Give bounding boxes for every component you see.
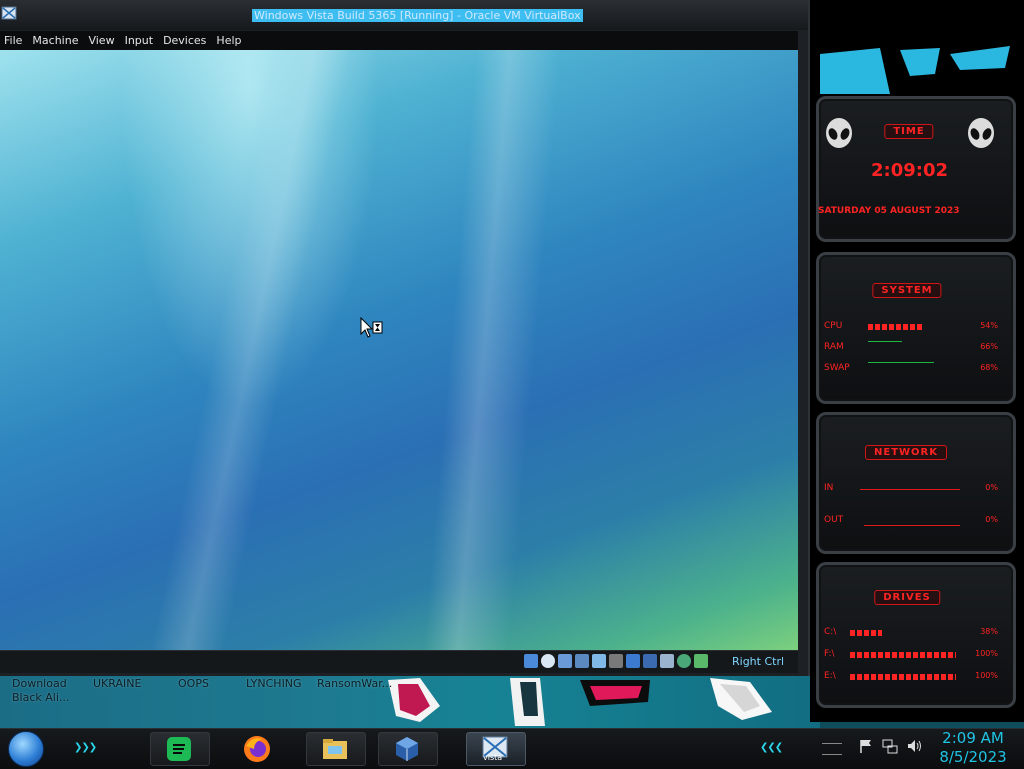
drive-e-label: E:\	[824, 671, 836, 681]
swap-value: 68%	[980, 363, 998, 372]
swap-graph	[868, 362, 934, 363]
ram-row: RAM 66%	[824, 341, 1002, 354]
drive-c-row: C:\ 38%	[824, 627, 1002, 639]
drive-c-value: 38%	[980, 627, 998, 636]
drive-e-bar	[850, 674, 956, 680]
status-icons	[524, 654, 708, 668]
show-desktop-icon[interactable]	[822, 743, 842, 755]
keyboard-capture-icon[interactable]	[694, 654, 708, 668]
menu-machine[interactable]: Machine	[28, 34, 84, 47]
network-out-value: 0%	[985, 515, 998, 524]
action-center-flag-icon[interactable]	[858, 738, 874, 754]
guest-display[interactable]	[0, 50, 798, 650]
widget-clock: 2:09:02	[871, 160, 949, 181]
desktop-icon-label[interactable]: OOPS	[178, 677, 209, 691]
vista-vm-label: vista	[483, 753, 503, 762]
drive-f-row: F:\ 100%	[824, 649, 1002, 661]
network-in-row: IN 0%	[824, 483, 1002, 495]
menu-input[interactable]: Input	[121, 34, 159, 47]
wallpaper-art	[388, 678, 772, 726]
network-out-label: OUT	[824, 515, 844, 525]
drive-f-label: F:\	[824, 649, 835, 659]
taskbar-vista-vm[interactable]: vista	[466, 732, 526, 766]
taskbar-file-explorer[interactable]	[306, 732, 366, 766]
network-out-graph	[864, 525, 960, 526]
cpu-label: CPU	[824, 321, 843, 331]
network-out-row: OUT 0%	[824, 515, 1002, 527]
cpu-row: CPU 54%	[824, 321, 1002, 333]
drive-e-value: 100%	[975, 671, 998, 680]
taskbar-clock-time[interactable]: 2:09 AM	[936, 729, 1010, 747]
menu-bar: File Machine View Input Devices Help	[0, 31, 798, 50]
network-in-value: 0%	[985, 483, 998, 492]
spotify-icon	[167, 737, 191, 761]
taskbar: ❯❯❯ vista ❮❮❮ 2:09 AM 8/5/2023	[0, 728, 1024, 769]
widget-date: SATURDAY 05 AUGUST 2023	[818, 206, 960, 216]
status-bar: Right Ctrl	[0, 650, 798, 673]
network-widget-title: NETWORK	[864, 445, 948, 460]
virtualbox-window: Windows Vista Build 5365 [Running] - Ora…	[0, 0, 810, 676]
window-title: Windows Vista Build 5365 [Running] - Ora…	[252, 9, 583, 22]
system-tray	[858, 738, 922, 754]
alien-head-icon	[968, 118, 994, 148]
cpu-bar	[868, 324, 924, 330]
audio-icon[interactable]	[558, 654, 572, 668]
ram-label: RAM	[824, 342, 844, 352]
taskbar-spotify[interactable]	[150, 732, 210, 766]
desktop-icon-label[interactable]: UKRAINE	[93, 677, 141, 691]
swap-row: SWAP 68%	[824, 362, 1002, 375]
menu-help[interactable]: Help	[212, 34, 247, 47]
drive-f-bar	[850, 652, 956, 658]
drives-widget-title: DRIVES	[874, 590, 940, 605]
drive-f-value: 100%	[975, 649, 998, 658]
busy-cursor-icon	[360, 317, 383, 338]
drive-c-bar	[850, 630, 882, 636]
taskbar-firefox[interactable]	[228, 732, 288, 766]
taskbar-virtualbox[interactable]	[378, 732, 438, 766]
network-in-label: IN	[824, 483, 834, 493]
usb-icon[interactable]	[592, 654, 606, 668]
system-widget-title: SYSTEM	[872, 283, 942, 298]
vista-vm-icon[interactable]	[1, 5, 17, 23]
chevron-decoration-icon: ❮❮❮	[760, 742, 783, 753]
shared-folder-icon[interactable]	[609, 654, 623, 668]
host-key-label: Right Ctrl	[732, 655, 785, 668]
taskbar-clock-date[interactable]: 8/5/2023	[936, 748, 1010, 766]
drive-c-label: C:\	[824, 627, 837, 637]
cpu-icon[interactable]	[660, 654, 674, 668]
file-explorer-icon	[323, 739, 347, 759]
menu-view[interactable]: View	[84, 34, 120, 47]
swap-label: SWAP	[824, 363, 850, 373]
start-button[interactable]	[8, 731, 44, 767]
ram-graph	[868, 341, 902, 342]
wallpaper-glow	[120, 50, 380, 410]
time-widget-title: TIME	[884, 124, 934, 139]
display-icon[interactable]	[626, 654, 640, 668]
optical-drive-icon[interactable]	[541, 654, 555, 668]
hard-disk-icon[interactable]	[524, 654, 538, 668]
cpu-value: 54%	[980, 321, 998, 330]
desktop-icon-label[interactable]: Download Black Ali...	[12, 677, 72, 705]
network-icon[interactable]	[575, 654, 589, 668]
title-bar[interactable]: Windows Vista Build 5365 [Running] - Ora…	[0, 0, 808, 30]
wallpaper-logo-art	[820, 46, 1010, 94]
virtualbox-icon	[396, 737, 418, 761]
video-capture-icon[interactable]	[643, 654, 657, 668]
menu-devices[interactable]: Devices	[159, 34, 212, 47]
alien-head-icon	[826, 118, 852, 148]
volume-icon[interactable]	[906, 738, 922, 754]
mouse-integration-icon[interactable]	[677, 654, 691, 668]
menu-file[interactable]: File	[0, 34, 28, 47]
desktop-icon-label[interactable]: RansomWar...	[317, 677, 392, 691]
drive-e-row: E:\ 100%	[824, 671, 1002, 683]
network-tray-icon[interactable]	[882, 738, 898, 754]
ram-value: 66%	[980, 342, 998, 351]
firefox-icon	[244, 736, 270, 762]
chevron-decoration-icon: ❯❯❯	[74, 742, 97, 753]
network-in-graph	[860, 489, 960, 490]
desktop-icon-label[interactable]: LYNCHING	[246, 677, 302, 691]
